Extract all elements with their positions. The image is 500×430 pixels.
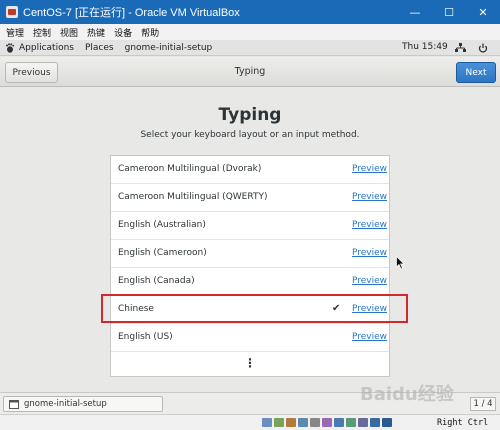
- applications-menu[interactable]: Applications: [0, 43, 74, 53]
- network-icon[interactable]: [455, 43, 466, 53]
- power-icon[interactable]: [478, 43, 488, 53]
- audio-icon[interactable]: [286, 418, 296, 427]
- mouse-cursor-icon: [396, 256, 405, 270]
- layout-row[interactable]: English (US) Preview: [111, 324, 389, 352]
- layout-row[interactable]: Cameroon Multilingual (Dvorak) Preview: [111, 156, 389, 184]
- preview-link[interactable]: Preview: [352, 248, 387, 258]
- layout-name: English (US): [118, 332, 173, 342]
- display-icon[interactable]: [334, 418, 344, 427]
- menu-hotkey[interactable]: 热键: [87, 26, 105, 39]
- layout-row[interactable]: English (Cameroon) Preview: [111, 240, 389, 268]
- applications-label: Applications: [19, 42, 74, 53]
- maximize-button[interactable]: ☐: [432, 0, 466, 24]
- minimize-button[interactable]: —: [398, 0, 432, 24]
- usb-icon[interactable]: [310, 418, 320, 427]
- header-title: Typing: [234, 66, 266, 77]
- mouse-capture-icon[interactable]: [382, 418, 392, 427]
- window-icon: [9, 399, 19, 409]
- next-button[interactable]: Next: [456, 62, 496, 83]
- layout-name: English (Cameroon): [118, 248, 207, 258]
- page-subtitle: Select your keyboard layout or an input …: [140, 130, 360, 140]
- app-menu[interactable]: gnome-initial-setup: [125, 43, 213, 53]
- baidu-watermark: Baidu经验: [360, 384, 454, 405]
- window-title: CentOS-7 [正在运行] - Oracle VM VirtualBox: [23, 7, 240, 19]
- cpu-icon[interactable]: [358, 418, 368, 427]
- app-menu-label: gnome-initial-setup: [124, 42, 213, 53]
- menu-help[interactable]: 帮助: [141, 26, 159, 39]
- optical-drive-icon[interactable]: [274, 418, 284, 427]
- vbox-menubar: 管理 控制 视图 热键 设备 帮助: [0, 24, 500, 40]
- status-icons: [262, 418, 394, 427]
- preview-link[interactable]: Preview: [352, 164, 387, 174]
- menu-view[interactable]: 视图: [60, 26, 78, 39]
- shared-folder-icon[interactable]: [322, 418, 332, 427]
- preview-link[interactable]: Preview: [352, 220, 387, 230]
- preview-link[interactable]: Preview: [352, 192, 387, 202]
- preview-link[interactable]: Preview: [352, 276, 387, 286]
- keyboard-layout-list: Cameroon Multilingual (Dvorak) Preview C…: [110, 155, 390, 377]
- virtualbox-icon: [6, 6, 18, 18]
- task-gnome-initial-setup[interactable]: gnome-initial-setup: [3, 396, 163, 412]
- gnome-topbar: Applications Places gnome-initial-setup …: [0, 40, 500, 56]
- places-label: Places: [84, 42, 114, 53]
- menu-devices[interactable]: 设备: [114, 26, 132, 39]
- close-button[interactable]: ✕: [466, 0, 500, 24]
- host-key-label: Right Ctrl: [437, 418, 489, 428]
- keyboard-capture-icon[interactable]: [370, 418, 380, 427]
- network-adapter-icon[interactable]: [298, 418, 308, 427]
- harddisk-icon[interactable]: [262, 418, 272, 427]
- menu-control[interactable]: 控制: [33, 26, 51, 39]
- recording-icon[interactable]: [346, 418, 356, 427]
- selection-highlight-box: [101, 294, 408, 323]
- menu-manage[interactable]: 管理: [6, 26, 24, 39]
- layout-name: Cameroon Multilingual (QWERTY): [118, 192, 268, 202]
- window-controls: — ☐ ✕: [398, 0, 500, 24]
- vbox-statusbar: Right Ctrl: [0, 414, 500, 430]
- layout-name: English (Canada): [118, 276, 195, 286]
- preview-link[interactable]: Preview: [352, 332, 387, 342]
- layout-row[interactable]: Cameroon Multilingual (QWERTY) Preview: [111, 184, 389, 212]
- window-titlebar: CentOS-7 [正在运行] - Oracle VM VirtualBox —…: [0, 0, 500, 24]
- page-title: Typing: [218, 105, 282, 125]
- gnome-foot-icon: [6, 42, 15, 53]
- layout-name: English (Australian): [118, 220, 206, 230]
- places-menu[interactable]: Places: [85, 43, 114, 53]
- workspace-indicator[interactable]: 1 / 4: [470, 397, 496, 411]
- setup-headerbar: Previous Typing Next: [0, 57, 500, 87]
- layout-row[interactable]: English (Australian) Preview: [111, 212, 389, 240]
- more-options-icon[interactable]: ⋮: [111, 356, 389, 374]
- clock[interactable]: Thu 15:49: [402, 42, 448, 52]
- layout-row[interactable]: English (Canada) Preview: [111, 268, 389, 296]
- task-label: gnome-initial-setup: [24, 399, 107, 409]
- layout-name: Cameroon Multilingual (Dvorak): [118, 164, 262, 174]
